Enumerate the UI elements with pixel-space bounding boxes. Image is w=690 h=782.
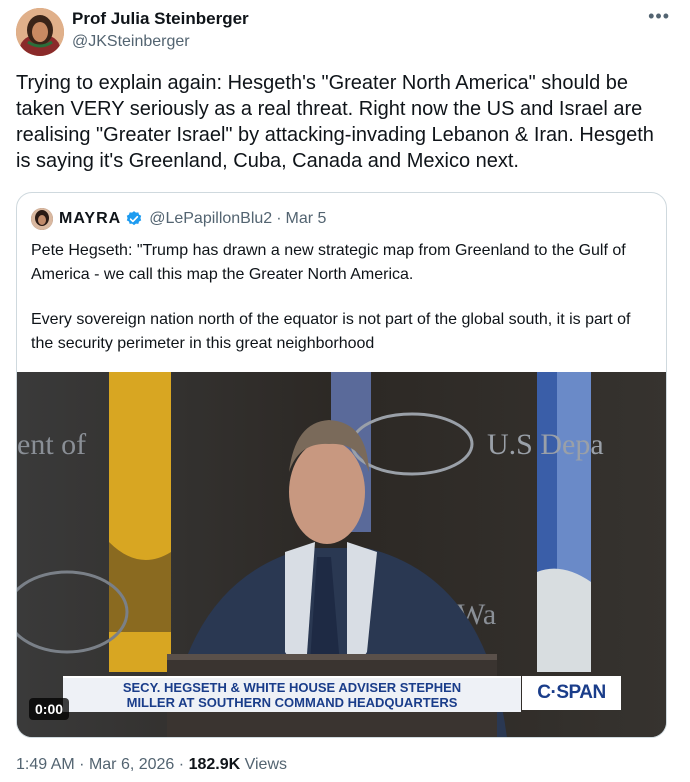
separator-dot: · xyxy=(79,756,85,773)
quoted-tweet-text: Pete Hegseth: "Trump has drawn a new str… xyxy=(31,239,656,377)
chyron-line-1: SECY. HEGSETH & WHITE HOUSE ADVISER STEP… xyxy=(122,680,462,695)
views-count[interactable]: 182.9K xyxy=(189,756,241,773)
tweet-date[interactable]: Mar 6, 2026 xyxy=(89,756,174,773)
video-player[interactable]: ent of U.S Depa Wa SECY. HEGSETH & WHITE… xyxy=(17,372,666,737)
author-name[interactable]: Prof Julia Steinberger xyxy=(72,9,249,29)
quoted-author-avatar[interactable] xyxy=(31,208,53,230)
separator-dot: · xyxy=(178,756,185,773)
separator-dot: · xyxy=(276,210,282,227)
quoted-author-handle[interactable]: @LePapillonBlu2 xyxy=(149,210,272,228)
quoted-tweet-header: MAYRA @LePapillonBlu2 · Mar 5 xyxy=(31,207,326,231)
chyron-line-2: MILLER AT SOUTHERN COMMAND HEADQUARTERS xyxy=(126,695,458,710)
more-horizontal-icon[interactable]: ••• xyxy=(648,6,670,27)
tweet-meta: 1:49 AM · Mar 6, 2026 · 182.9K Views xyxy=(16,756,287,774)
quoted-tweet[interactable]: MAYRA @LePapillonBlu2 · Mar 5 Pete Hegse… xyxy=(16,192,667,738)
quoted-author-name[interactable]: MAYRA xyxy=(59,210,121,228)
quoted-tweet-date[interactable]: Mar 5 xyxy=(286,210,327,228)
author-handle[interactable]: @JKSteinberger xyxy=(72,33,190,51)
verified-badge-icon xyxy=(127,211,142,226)
backdrop-text-right: U.S Depa xyxy=(487,428,604,461)
network-logo: C·SPAN xyxy=(522,676,621,710)
tweet-time[interactable]: 1:49 AM xyxy=(16,756,75,773)
quoted-paragraph-2: Every sovereign nation north of the equa… xyxy=(31,311,631,352)
quoted-paragraph-1: Pete Hegseth: "Trump has drawn a new str… xyxy=(31,242,626,283)
backdrop-text-left: ent of xyxy=(17,428,86,461)
author-avatar[interactable] xyxy=(16,8,64,56)
video-duration-badge: 0:00 xyxy=(29,698,70,720)
views-label: Views xyxy=(244,756,287,773)
video-chyron: SECY. HEGSETH & WHITE HOUSE ADVISER STEP… xyxy=(63,676,521,712)
tweet-text: Trying to explain again: Hesgeth's "Grea… xyxy=(16,72,654,172)
